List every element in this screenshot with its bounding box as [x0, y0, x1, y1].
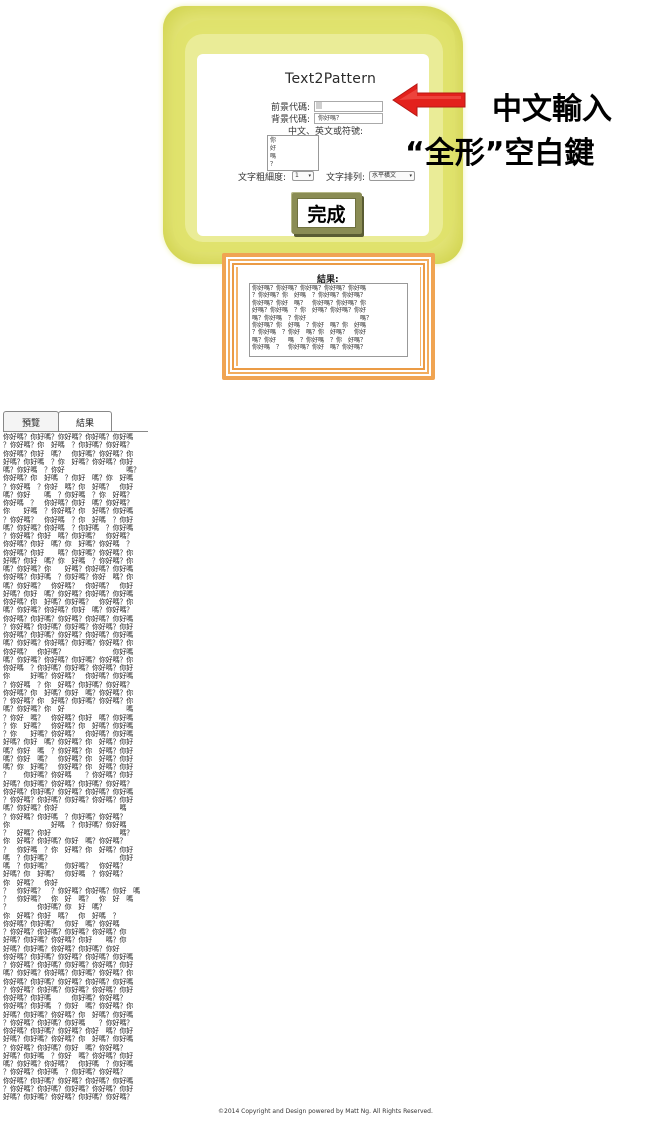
done-button-label: 完成 — [297, 198, 356, 228]
background-input[interactable]: 你好嗎？ — [314, 113, 383, 124]
annotation-line-2: “全形”空白鍵 — [405, 136, 595, 171]
red-left-arrow-icon — [392, 83, 466, 117]
arrange-label: 文字排列: — [326, 173, 366, 183]
input-cursor-block — [316, 102, 322, 109]
tab-divider — [3, 431, 148, 432]
weight-label: 文字粗細度: — [238, 173, 287, 183]
tab-result[interactable]: 結果 — [58, 411, 112, 432]
result-textarea[interactable]: 你好嗎？你好嗎？你好嗎？你好嗎？你好嗎 ？你好嗎？你 好嗎 ？你好嗎？你好嗎？ … — [249, 283, 408, 357]
footer-copyright: ©2014 Copyright and Design powered by Ma… — [218, 1108, 433, 1115]
tab-preview[interactable]: 預覽 — [3, 411, 59, 432]
arrange-select[interactable]: 水平橫文 ▾ — [369, 171, 415, 181]
app-title: Text2Pattern — [285, 71, 377, 87]
foreground-input[interactable] — [314, 101, 383, 112]
weight-select-value: 1 — [295, 172, 299, 179]
pattern-output: 你好嗎？你好嗎？你好嗎？你好嗎？你好嗎 ？你好嗎？你 好嗎 ？你好嗎？你好嗎？ … — [3, 433, 140, 1101]
annotation-line-1: 中文輸入 — [492, 92, 612, 127]
weight-select[interactable]: 1 ▾ — [292, 171, 314, 181]
chevron-down-icon: ▾ — [308, 173, 311, 179]
text-textarea[interactable]: 你 好 嗎 ？ — [267, 135, 319, 171]
chevron-down-icon: ▾ — [409, 173, 412, 179]
done-button[interactable]: 完成 — [292, 193, 362, 234]
arrange-select-value: 水平橫文 — [372, 172, 397, 179]
